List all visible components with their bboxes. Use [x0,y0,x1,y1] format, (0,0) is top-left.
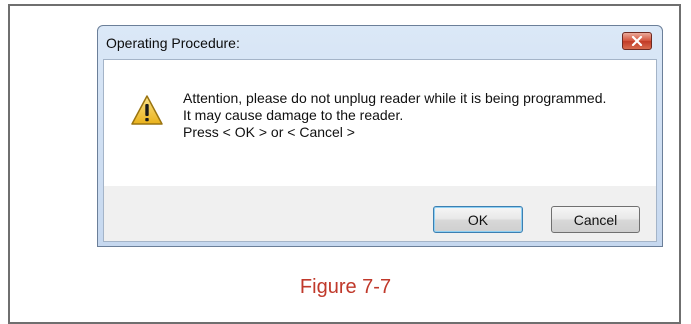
message-line: It may cause damage to the reader. [183,107,404,123]
dialog-message: Attention, please do not unplug reader w… [183,90,606,141]
close-icon [631,36,643,46]
dialog-titlebar[interactable]: Operating Procedure: [98,26,662,60]
close-button[interactable] [622,32,652,50]
operating-procedure-dialog: Operating Procedure: Attention, please d… [97,25,663,247]
dialog-content: Attention, please do not unplug reader w… [103,59,657,242]
cancel-button[interactable]: Cancel [551,206,640,233]
message-line: Attention, please do not unplug reader w… [183,90,607,106]
message-area: Attention, please do not unplug reader w… [104,60,656,186]
message-line: Press < OK > or < Cancel > [183,124,355,140]
warning-icon [131,95,163,125]
figure-caption: Figure 7-7 [299,276,392,298]
ok-button[interactable]: OK [433,206,523,233]
dialog-title: Operating Procedure: [106,35,240,51]
